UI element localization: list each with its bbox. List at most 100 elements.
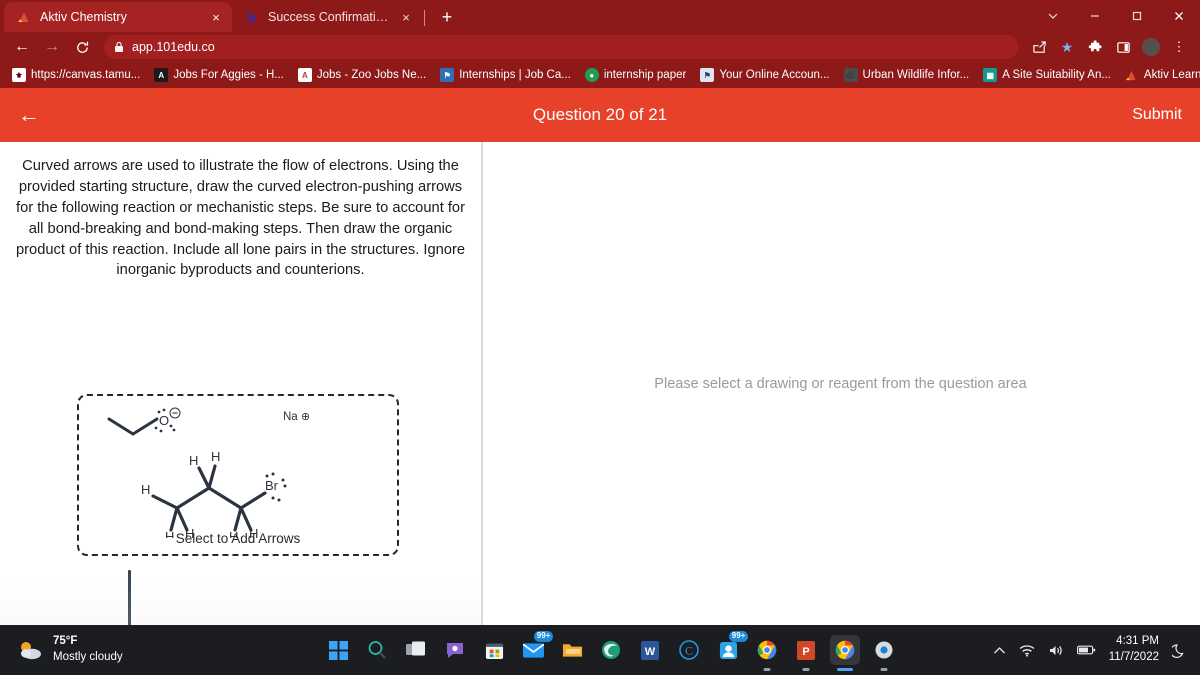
hydrogen-label: H — [141, 482, 150, 497]
minimize-icon[interactable] — [1074, 0, 1116, 32]
bookmark-item[interactable]: ⚑ Your Online Accoun... — [694, 66, 835, 84]
windows-taskbar: 75°F Mostly cloudy 99+ W C 99+ P 4:31 PM… — [0, 625, 1200, 675]
kebab-menu-icon[interactable]: ⋮ — [1166, 34, 1192, 60]
close-icon[interactable]: × — [398, 9, 414, 25]
browser-tab-1[interactable]: b Success Confirmation of Question × — [232, 2, 422, 32]
taskbar-apps: 99+ W C 99+ P — [230, 631, 993, 665]
bromopropane-structure[interactable]: H H H H H H H Br — [137, 448, 337, 538]
gear-icon[interactable] — [869, 635, 899, 665]
tab-title: Aktiv Chemistry — [40, 10, 127, 24]
bookmark-star-icon[interactable]: ★ — [1054, 34, 1080, 60]
chrome-active-button[interactable] — [830, 635, 861, 665]
question-pane: Curved arrows are used to illustrate the… — [0, 142, 481, 625]
globe-icon: ● — [584, 68, 599, 82]
svg-text:P: P — [803, 646, 810, 658]
bank-icon: ⚑ — [700, 68, 715, 82]
mail-badge: 99+ — [533, 631, 554, 642]
bookmark-label: Internships | Job Ca... — [459, 69, 571, 81]
lock-icon — [114, 41, 124, 53]
bookmarks-bar: ⚜ https://canvas.tamu... A Jobs For Aggi… — [0, 62, 1200, 88]
reagent-zone: CH3CH2ONa — [0, 572, 481, 625]
powerpoint-icon[interactable]: P — [791, 635, 821, 665]
system-tray: 4:31 PM 11/7/2022 — [993, 634, 1200, 665]
drawing-pane-placeholder: Please select a drawing or reagent from … — [654, 375, 1027, 392]
start-button[interactable] — [323, 635, 353, 665]
word-icon[interactable]: W — [635, 635, 665, 665]
address-bar-url: app.101edu.co — [132, 40, 215, 54]
forward-button[interactable]: → — [38, 34, 66, 60]
volume-icon[interactable] — [1048, 644, 1064, 657]
chat-bubble-icon[interactable] — [440, 635, 470, 665]
structure-drawing-area[interactable]: Na ⊕ O H H H H H H H Br Select to Add Ar… — [77, 394, 399, 556]
aktiv-logo-icon — [1125, 68, 1139, 82]
teams-badge: 99+ — [728, 631, 749, 642]
back-button[interactable]: ← — [8, 34, 36, 60]
counterion-label: Na ⊕ — [283, 411, 311, 423]
sidepanel-icon[interactable] — [1110, 34, 1136, 60]
teams-icon[interactable]: 99+ — [713, 631, 749, 665]
bookmark-label: Aktiv Learning — [1143, 69, 1200, 81]
weather-text: 75°F Mostly cloudy — [53, 634, 123, 665]
hydrogen-label: H — [189, 453, 198, 468]
pane-divider — [481, 142, 483, 625]
edge-icon[interactable] — [596, 635, 626, 665]
moon-do-not-disturb-icon[interactable] — [1172, 643, 1186, 658]
clock-date: 11/7/2022 — [1108, 651, 1159, 663]
bookmark-label: A Site Suitability An... — [1002, 69, 1111, 81]
new-tab-button[interactable]: + — [433, 3, 461, 31]
bookmark-label: internship paper — [603, 69, 687, 81]
bookmark-item[interactable]: ● internship paper — [579, 66, 692, 84]
weather-widget[interactable]: 75°F Mostly cloudy — [0, 634, 230, 665]
tab-search-chevron-icon[interactable] — [1032, 0, 1074, 32]
bookmark-item[interactable]: Aktiv Learning — [1119, 66, 1200, 84]
wifi-icon[interactable] — [1019, 644, 1035, 657]
bookmark-label: Urban Wildlife Infor... — [862, 69, 970, 81]
address-bar[interactable]: app.101edu.co — [104, 35, 1018, 59]
web-page: ← Question 20 of 21 Submit Curved arrows… — [0, 88, 1200, 625]
question-text: Curved arrows are used to illustrate the… — [15, 158, 466, 279]
svg-text:W: W — [645, 646, 656, 658]
close-icon[interactable]: × — [208, 9, 224, 25]
tab-strip: Aktiv Chemistry × b Success Confirmation… — [0, 0, 1200, 32]
bookmark-item[interactable]: A Jobs - Zoo Jobs Ne... — [292, 66, 432, 84]
bookmark-item[interactable]: ⚑ Internships | Job Ca... — [434, 66, 577, 84]
show-hidden-icons-chevron[interactable] — [993, 646, 1006, 655]
extensions-puzzle-icon[interactable] — [1082, 34, 1108, 60]
browser-tab-0[interactable]: Aktiv Chemistry × — [4, 2, 232, 32]
bookmark-item[interactable]: ▦ A Site Suitability An... — [977, 66, 1117, 84]
maximize-icon[interactable] — [1116, 0, 1158, 32]
bromine-label: Br — [265, 478, 279, 493]
ethoxide-structure[interactable]: O — [103, 404, 223, 452]
bookmark-item[interactable]: ⬛ Urban Wildlife Infor... — [838, 66, 976, 84]
canvas-c-icon[interactable]: C — [674, 635, 704, 665]
drawing-pane[interactable]: Please select a drawing or reagent from … — [481, 142, 1200, 625]
submit-button[interactable]: Submit — [1132, 106, 1182, 124]
app-header: ← Question 20 of 21 Submit — [0, 88, 1200, 142]
weather-condition: Mostly cloudy — [53, 651, 123, 663]
folder-icon[interactable] — [557, 635, 587, 665]
bookmark-label: Your Online Accoun... — [719, 69, 830, 81]
clock-time: 4:31 PM — [1116, 635, 1159, 648]
tab-divider — [424, 10, 425, 26]
chrome-icon[interactable] — [752, 635, 782, 665]
header-back-button[interactable]: ← — [18, 104, 50, 126]
share-icon[interactable] — [1026, 34, 1052, 60]
profile-avatar[interactable] — [1138, 34, 1164, 60]
search-icon[interactable] — [362, 635, 392, 665]
task-view-icon[interactable] — [401, 635, 431, 665]
plus-charge-icon: ⊕ — [300, 411, 311, 423]
bookmark-item[interactable]: ⚜ https://canvas.tamu... — [6, 66, 146, 84]
bookmark-item[interactable]: A Jobs For Aggies - H... — [148, 66, 290, 84]
reload-button[interactable] — [68, 34, 96, 60]
battery-icon[interactable] — [1076, 644, 1096, 656]
aktiv-logo-icon — [16, 9, 32, 25]
clock[interactable]: 4:31 PM 11/7/2022 — [1109, 634, 1159, 665]
store-icon[interactable] — [479, 635, 509, 665]
bookmark-label: https://canvas.tamu... — [31, 69, 141, 81]
structure-caption: Select to Add Arrows — [175, 531, 301, 546]
bookmark-label: Jobs - Zoo Jobs Ne... — [316, 69, 427, 81]
za-icon: A — [297, 68, 312, 82]
mail-icon[interactable]: 99+ — [518, 631, 554, 665]
browser-window: Aktiv Chemistry × b Success Confirmation… — [0, 0, 1200, 625]
close-icon[interactable] — [1158, 0, 1200, 32]
